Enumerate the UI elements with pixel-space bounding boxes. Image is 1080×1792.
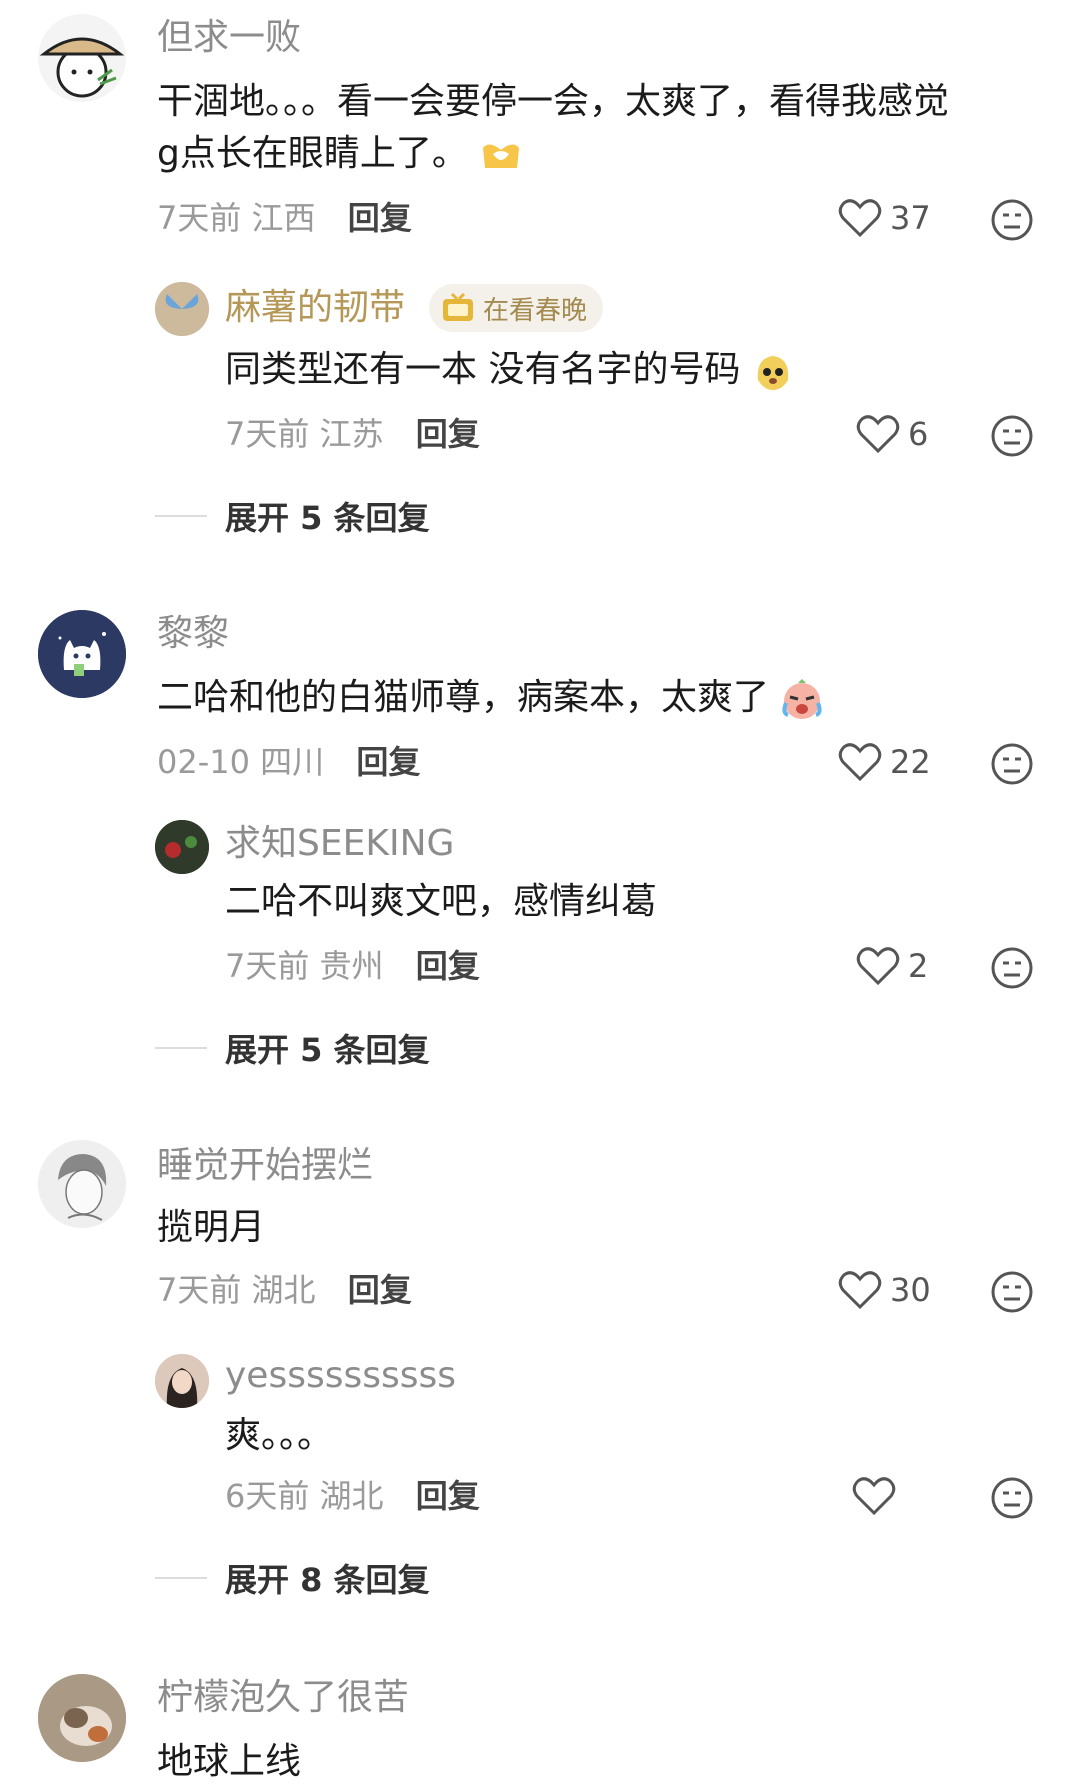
comment-meta: 7天前 江西 回复: [157, 198, 412, 238]
location: 四川: [260, 743, 325, 781]
username[interactable]: 但求一败: [157, 16, 301, 60]
dislike-face-icon[interactable]: [990, 198, 1034, 242]
username[interactable]: 柠檬泡久了很苦: [157, 1676, 409, 1720]
heart-icon: [838, 199, 882, 238]
reply-text: 爽。。。: [225, 1415, 334, 1456]
like-button[interactable]: [852, 1474, 904, 1518]
reply-text: 同类型还有一本 没有名字的号码: [225, 344, 794, 396]
like-button[interactable]: 37: [838, 196, 931, 240]
comment-text: 二哈和他的白猫师尊，病案本，太爽了: [157, 672, 824, 724]
badge-label: 在看春晚: [483, 295, 588, 326]
avatar[interactable]: [38, 14, 126, 102]
username[interactable]: 麻薯的韧带: [225, 286, 405, 330]
status-badge[interactable]: 在看春晚: [429, 284, 604, 332]
like-button[interactable]: 2: [856, 944, 928, 988]
timestamp: 7天前: [157, 199, 242, 237]
like-button[interactable]: 6: [856, 412, 928, 456]
dislike-face-icon[interactable]: [990, 946, 1034, 990]
timestamp: 02-10: [157, 743, 250, 781]
reply-meta: 7天前 贵州 回复: [225, 946, 480, 986]
location: 湖北: [251, 1271, 316, 1309]
heart-icon: [856, 947, 900, 986]
expand-label: 展开 8 条回复: [225, 1561, 430, 1599]
comment-text: 干涸地。。。看一会要停一会，太爽了，看得我感觉: [157, 81, 950, 122]
reply-button[interactable]: 回复: [348, 1271, 412, 1309]
tv-icon: [443, 293, 473, 321]
avatar[interactable]: [38, 610, 126, 698]
expand-replies-button[interactable]: 展开 5 条回复: [155, 1026, 430, 1070]
straw-hat-character-icon: [39, 37, 125, 98]
expand-replies-button[interactable]: 展开 8 条回复: [155, 1556, 430, 1600]
comment-text: g点长在眼睛上了。: [157, 128, 523, 180]
butterfly-avatar-icon: [155, 282, 209, 336]
divider: [155, 1577, 207, 1579]
divider: [155, 515, 207, 517]
dislike-face-icon[interactable]: [990, 742, 1034, 786]
like-button[interactable]: 22: [838, 740, 931, 784]
avatar[interactable]: [155, 820, 209, 874]
avatar[interactable]: [155, 282, 209, 336]
comment-meta: 7天前 湖北 回复: [157, 1270, 412, 1310]
heart-icon: [838, 743, 882, 782]
heart-icon: [852, 1477, 896, 1516]
heart-hands-emoji-icon: [483, 144, 520, 168]
like-button[interactable]: 30: [838, 1268, 931, 1312]
like-count: 22: [890, 743, 931, 781]
comment-meta: 02-10 四川 回复: [157, 742, 420, 782]
timestamp: 7天前: [225, 947, 310, 985]
dislike-face-icon[interactable]: [990, 1270, 1034, 1314]
username[interactable]: 睡觉开始摆烂: [157, 1144, 373, 1188]
dog-emoji-icon: [757, 356, 789, 390]
flower-avatar-icon: [155, 820, 209, 874]
expand-replies-button[interactable]: 展开 5 条回复: [155, 494, 430, 538]
timestamp: 6天前: [225, 1477, 310, 1515]
reply-button[interactable]: 回复: [416, 1477, 480, 1515]
reply-meta: 6天前 湖北 回复: [225, 1476, 480, 1516]
sketch-character-icon: [38, 1140, 126, 1228]
expand-label: 展开 5 条回复: [225, 499, 430, 537]
dislike-face-icon[interactable]: [990, 1476, 1034, 1520]
username[interactable]: 黎黎: [157, 612, 229, 656]
timestamp: 7天前: [225, 415, 310, 453]
cat-photo-avatar-icon: [38, 1674, 126, 1762]
like-count: 30: [890, 1271, 931, 1309]
expand-label: 展开 5 条回复: [225, 1031, 430, 1069]
comment-text: 地球上线: [157, 1741, 302, 1782]
avatar[interactable]: [38, 1674, 126, 1762]
avatar[interactable]: [38, 1140, 126, 1228]
crying-face-emoji-icon: [782, 679, 823, 719]
divider: [155, 1047, 207, 1049]
location: 江苏: [319, 415, 384, 453]
timestamp: 7天前: [157, 1271, 242, 1309]
reply-button[interactable]: 回复: [348, 199, 412, 237]
like-count: 37: [890, 199, 931, 237]
reply-button[interactable]: 回复: [416, 415, 480, 453]
heart-icon: [838, 1271, 882, 1310]
avatar[interactable]: [155, 1354, 209, 1408]
location: 贵州: [319, 947, 384, 985]
reply-text: 二哈不叫爽文吧，感情纠葛: [225, 881, 658, 922]
reply-meta: 7天前 江苏 回复: [225, 414, 480, 454]
like-count: 6: [908, 415, 929, 453]
dislike-face-icon[interactable]: [990, 414, 1034, 458]
white-cat-icon: [38, 610, 126, 698]
location: 江西: [251, 199, 316, 237]
reply-button[interactable]: 回复: [356, 743, 420, 781]
heart-icon: [856, 415, 900, 454]
username[interactable]: 求知SEEKING: [225, 822, 454, 866]
like-count: 2: [908, 947, 929, 985]
girl-photo-avatar-icon: [155, 1354, 209, 1408]
comment-text: 揽明月: [157, 1207, 266, 1248]
reply-button[interactable]: 回复: [416, 947, 480, 985]
username[interactable]: yessssssssss: [225, 1354, 456, 1398]
location: 湖北: [319, 1477, 384, 1515]
